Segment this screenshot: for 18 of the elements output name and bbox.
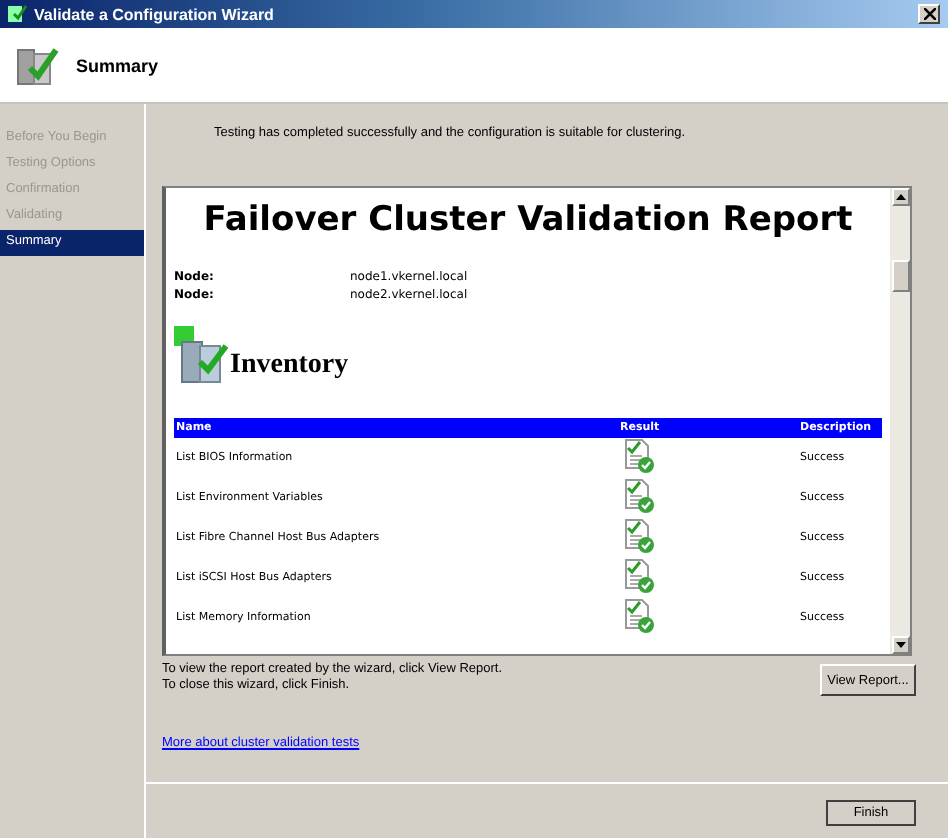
scroll-down-icon: [895, 642, 905, 648]
servers-check-icon: [16, 43, 60, 87]
report-title: Failover Cluster Validation Report: [201, 200, 855, 240]
close-icon: [923, 8, 935, 20]
document-check-icon: [620, 598, 656, 634]
server-check-icon: [8, 4, 28, 24]
section-heading: Inventory: [230, 350, 349, 382]
document-check-icon: [620, 478, 656, 514]
page-title: Summary: [76, 55, 159, 75]
document-check-icon: [620, 438, 656, 474]
window-title: Validate a Configuration Wizard: [34, 5, 274, 23]
scrollbar[interactable]: [890, 188, 910, 654]
scroll-up-icon: [895, 194, 905, 200]
close-button[interactable]: [918, 4, 940, 24]
document-check-icon: [620, 518, 656, 554]
servers-check-icon: [174, 326, 230, 386]
document-check-icon: [620, 558, 656, 594]
scroll-thumb[interactable]: [891, 260, 909, 292]
